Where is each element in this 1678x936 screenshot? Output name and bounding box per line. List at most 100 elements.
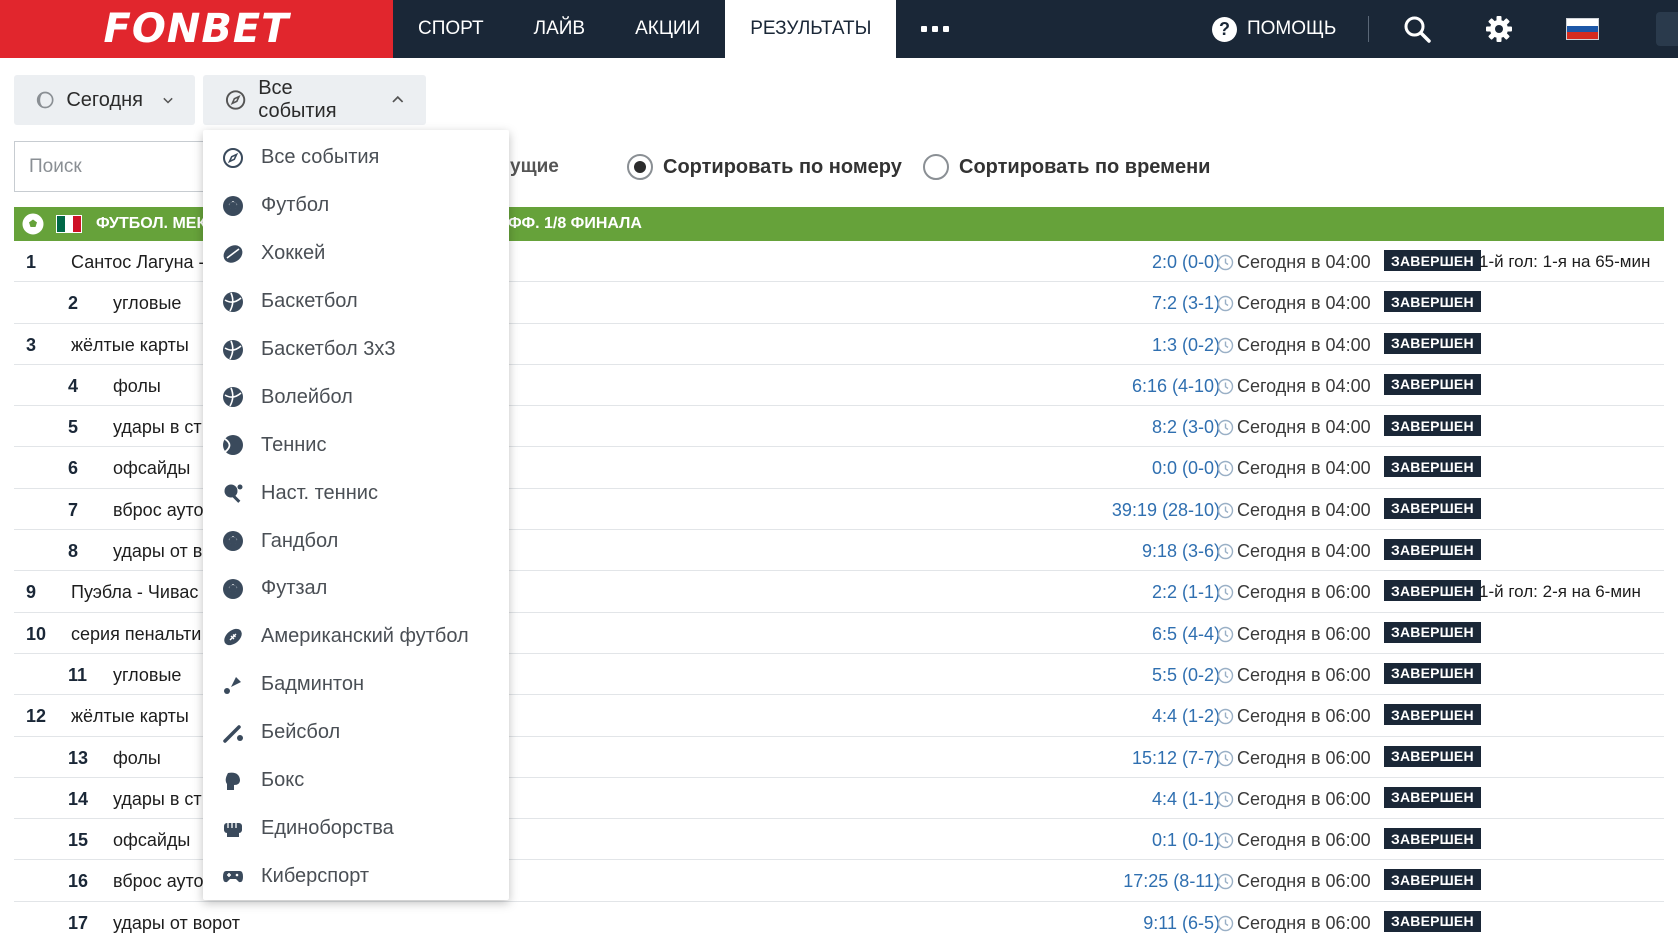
dropdown-item[interactable]: Футбол	[203, 182, 509, 230]
account-button[interactable]	[1656, 12, 1678, 46]
dropdown-item-label: Наст. теннис	[261, 481, 378, 504]
event-name: удары в ст	[113, 788, 202, 809]
nav-item-live[interactable]: ЛАЙВ	[509, 0, 610, 58]
clock-icon	[1217, 543, 1234, 560]
moon-icon	[36, 91, 54, 109]
more-menu-button[interactable]	[896, 0, 974, 58]
event-score: 9:11 (6-5)	[1143, 912, 1220, 933]
dropdown-item[interactable]: Бейсбол	[203, 709, 509, 757]
event-name: вброс ауто	[113, 871, 204, 892]
event-name: офсайды	[113, 458, 191, 479]
status-badge: ЗАВЕРШЕН	[1384, 497, 1481, 519]
more-dot	[932, 26, 939, 32]
dropdown-item[interactable]: Все события	[203, 134, 509, 182]
football-icon	[22, 213, 44, 235]
event-number: 1	[26, 252, 37, 272]
gear-icon[interactable]	[1484, 14, 1514, 44]
event-number: 13	[68, 747, 89, 768]
dropdown-item[interactable]: Киберспорт	[203, 852, 509, 900]
dropdown-item[interactable]: Теннис	[203, 421, 509, 469]
event-score: 8:2 (3-0)	[1151, 417, 1220, 438]
more-dot	[943, 26, 950, 32]
status-badge: ЗАВЕРШЕН	[1384, 828, 1481, 850]
radio-unselected	[923, 154, 949, 180]
date-filter-dropdown[interactable]: Сегодня	[14, 75, 195, 125]
dropdown-item-label: Баскетбол	[261, 290, 358, 313]
event-time: Сегодня в 04:00	[1237, 252, 1371, 272]
dropdown-item[interactable]: Наст. теннис	[203, 469, 509, 517]
event-number: 6	[68, 458, 79, 479]
event-note: 1-й гол: 1-я на 65-мин	[1479, 252, 1651, 271]
compass-icon	[221, 146, 245, 170]
dropdown-item-label: Футзал	[261, 577, 328, 600]
chevron-up-icon	[392, 95, 404, 103]
dropdown-item[interactable]: Гандбол	[203, 517, 509, 565]
event-score: 1:3 (0-2)	[1151, 334, 1220, 355]
status-badge: ЗАВЕРШЕН	[1384, 250, 1481, 271]
clock-icon	[1217, 254, 1234, 271]
event-score: 5:5 (0-2)	[1151, 664, 1220, 685]
event-time: Сегодня в 04:00	[1237, 293, 1371, 314]
event-name: офсайды	[113, 830, 191, 851]
event-time: Сегодня в 06:00	[1237, 706, 1371, 727]
help-label: ПОМОЩЬ	[1247, 18, 1337, 39]
nav-item-promotions[interactable]: АКЦИИ	[610, 0, 725, 58]
nav-item-sport[interactable]: СПОРТ	[393, 0, 509, 58]
event-note: 1-й гол: 2-я на 6-мин	[1479, 582, 1641, 602]
dropdown-item[interactable]: Баскетбол	[203, 278, 509, 326]
chevron-down-icon	[163, 97, 173, 104]
search-icon[interactable]	[1402, 14, 1432, 44]
event-number: 5	[68, 417, 79, 438]
clock-icon	[1217, 709, 1234, 725]
event-name: удары от ворот	[113, 912, 240, 933]
status-badge: ЗАВЕРШЕН	[1384, 869, 1481, 891]
dropdown-item-label: Американский футбол	[261, 625, 469, 648]
dropdown-item-label: Хоккей	[261, 242, 326, 265]
dropdown-item[interactable]: Баскетбол 3x3	[203, 326, 509, 374]
search-input[interactable]	[14, 141, 214, 192]
volleyball-icon	[221, 385, 245, 409]
event-score: 2:0 (0-0)	[1151, 252, 1220, 272]
dropdown-item[interactable]: Единоборства	[203, 804, 509, 852]
event-number: 8	[68, 541, 79, 562]
futsal-icon	[221, 577, 245, 601]
handball-icon	[221, 529, 245, 553]
table-row[interactable]: 17 удары от ворот 9:11 (6-5) Сегодня в 06:0…	[14, 902, 1664, 936]
sort-by-number-radio[interactable]: Сортировать по номеру	[627, 154, 902, 180]
nav-item-results[interactable]: РЕЗУЛЬТАТЫ	[725, 0, 897, 58]
dropdown-item[interactable]: Бокс	[203, 757, 509, 805]
dropdown-item[interactable]: Бадминтон	[203, 661, 509, 709]
dropdown-item-label: Бейсбол	[261, 721, 341, 744]
top-navigation-bar: FONBET СПОРТ ЛАЙВ АКЦИИ РЕЗУЛЬТАТЫ ? ПОМ…	[0, 0, 1678, 58]
dropdown-item-label: Киберспорт	[261, 864, 370, 887]
dropdown-item[interactable]: Американский футбол	[203, 613, 509, 661]
football-icon	[221, 194, 245, 218]
clock-icon	[1217, 915, 1234, 931]
event-name: фолы	[113, 375, 161, 396]
status-badge: ЗАВЕРШЕН	[1384, 621, 1481, 643]
status-badge: ЗАВЕРШЕН	[1384, 415, 1481, 437]
league-name: ФУТБОЛ. МЕК	[96, 215, 207, 232]
event-number: 17	[68, 912, 89, 933]
event-score: 4:4 (1-1)	[1151, 788, 1220, 809]
event-name: Пуэбла - Чивас	[71, 582, 199, 603]
dropdown-item[interactable]: Волейбол	[203, 373, 509, 421]
nav-divider	[1368, 16, 1369, 42]
help-button[interactable]: ? ПОМОЩЬ	[1212, 0, 1336, 58]
status-badge: ЗАВЕРШЕН	[1384, 910, 1481, 932]
event-name: фолы	[113, 747, 161, 768]
dropdown-item[interactable]: Футзал	[203, 565, 509, 613]
event-name: удары в ст	[113, 417, 202, 438]
status-badge: ЗАВЕРШЕН	[1384, 291, 1481, 313]
logo[interactable]: FONBET	[0, 0, 393, 58]
dropdown-item-label: Футбол	[261, 194, 330, 217]
dropdown-item[interactable]: Хоккей	[203, 230, 509, 278]
clock-icon	[1217, 337, 1234, 353]
event-number: 7	[68, 499, 79, 520]
table-tennis-icon	[221, 481, 245, 505]
sort-by-time-radio[interactable]: Сортировать по времени	[923, 154, 1210, 180]
sport-filter-dropdown[interactable]: Все события	[203, 75, 426, 125]
event-score: 6:16 (4-10)	[1131, 375, 1220, 396]
russia-flag-icon[interactable]	[1566, 18, 1599, 40]
sort-by-number-label: Сортировать по номеру	[663, 155, 902, 178]
